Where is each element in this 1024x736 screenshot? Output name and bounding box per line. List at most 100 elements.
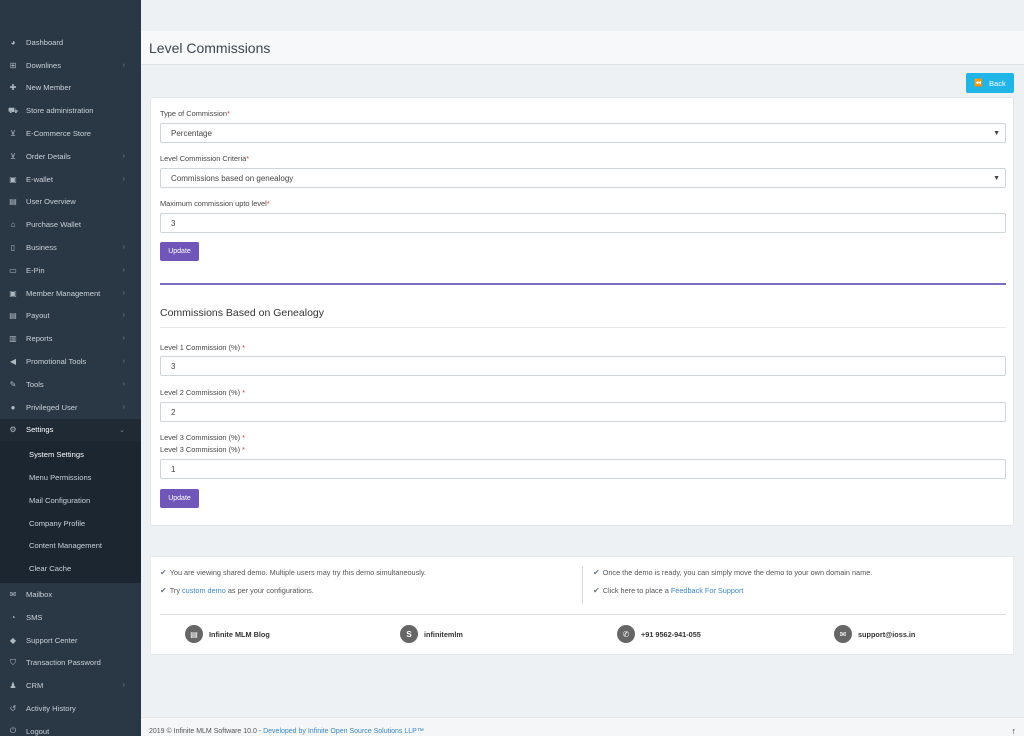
whatsapp-contact[interactable]: ✆ +91 9562-941-055 [617,625,701,643]
update-button[interactable]: Update [160,242,199,261]
demo-info-box: ✔ You are viewing shared demo. Multiple … [150,556,1014,655]
sidebar-item-crm[interactable]: ♟ CRM › [0,674,141,697]
sidebar-item-dashboard[interactable]: ◕ Dashboard [0,31,141,54]
users-icon: ♟ [9,681,17,691]
max-level-input[interactable]: 3 [160,213,1006,233]
chevron-right-icon: › [122,358,125,366]
chevron-right-icon: › [122,403,125,411]
genealogy-update-button[interactable]: Update [160,489,199,508]
max-level-label: Maximum commission upto level* [160,199,270,208]
sidebar-item-mailbox[interactable]: ✉ Mailbox [0,583,141,606]
type-of-commission-value: Percentage [171,128,212,138]
check-circle-icon: ✔ [593,568,600,577]
level-3-input[interactable]: 1 [160,459,1006,479]
submenu-item-content-management[interactable]: Content Management [0,535,141,558]
sidebar-item-settings[interactable]: ⚙ Settings ⌄ [0,418,141,442]
sidebar-item-label: Payout [26,311,50,321]
email-contact[interactable]: ✉ support@ioss.in [834,625,915,643]
sidebar-item-label: User Overview [26,197,76,207]
chevron-right-icon: › [122,266,125,274]
sidebar-item-payout[interactable]: ▤ Payout › [0,305,141,328]
sidebar-item-label: New Member [26,83,72,93]
sidebar-item-e-pin[interactable]: ▭ E-Pin › [0,259,141,282]
sidebar-item-order-details[interactable]: ⊻ Order Details › [0,145,141,168]
info-divider [582,566,583,604]
commission-criteria-select[interactable]: Commissions based on genealogy ▼ [160,168,1006,188]
blog-contact[interactable]: ▤ Infinite MLM Blog [185,625,270,643]
support-icon: ◆ [9,635,17,645]
newspaper-icon: ▤ [185,625,203,643]
skype-contact[interactable]: S infinitemlm [400,625,463,643]
chevron-down-icon: ⌄ [119,426,125,434]
section-divider [160,283,1006,285]
logout-icon: ⏻ [9,726,17,736]
chevron-right-icon: › [122,682,125,690]
sidebar-item-logout[interactable]: ⏻ Logout [0,720,141,736]
sidebar-item-store-administration[interactable]: ⛟ Store administration [0,99,141,122]
sidebar-item-transaction-password[interactable]: ⛉ Transaction Password [0,652,141,675]
developer-link[interactable]: Developed by Infinite Open Source Soluti… [263,728,424,735]
check-circle-icon: ✔ [160,586,167,595]
check-circle-icon: ✔ [160,568,167,577]
sidebar-item-member-management[interactable]: ▣ Member Management › [0,282,141,305]
level-1-input[interactable]: 3 [160,356,1006,376]
sidebar-item-reports[interactable]: ▥ Reports › [0,327,141,350]
wallet-icon: ▣ [9,174,17,184]
sidebar-item-new-member[interactable]: ✚ New Member [0,77,141,100]
sidebar-item-downlines[interactable]: ⊞ Downlines › [0,54,141,77]
sidebar-item-promotional-tools[interactable]: ◀ Promotional Tools › [0,350,141,373]
copyright-text: 2019 © Infinite MLM Software 10.0 - Deve… [149,728,424,735]
shared-demo-notice: ✔ You are viewing shared demo. Multiple … [160,568,427,577]
sidebar-item-label: Order Details [26,151,71,161]
chart-icon: ▥ [9,334,17,344]
submenu-item-mail-configuration[interactable]: Mail Configuration [0,489,141,512]
sidebar-item-business[interactable]: ▯ Business › [0,236,141,259]
submenu-item-company-profile[interactable]: Company Profile [0,512,141,535]
sidebar-item-e-commerce-store[interactable]: ⊻ E-Commerce Store [0,122,141,145]
whatsapp-icon: ✆ [617,625,635,643]
bookmark-icon: ▭ [9,265,17,275]
sidebar-item-label: Settings [26,425,54,435]
sidebar-item-sms[interactable]: ◔ SMS [0,606,141,629]
sidebar-item-label: Downlines [26,60,62,70]
caret-down-icon: ▼ [993,174,1000,182]
main-content: Level Commissions ⏪ Back Type of Commiss… [141,0,1024,736]
submenu-item-system-settings[interactable]: System Settings [0,443,141,466]
sidebar-item-label: Tools [26,379,44,389]
member-card-icon: ▣ [9,288,17,298]
info-separator [160,614,1006,615]
sidebar-item-e-wallet[interactable]: ▣ E-wallet › [0,168,141,191]
cart-icon: ⊻ [10,151,16,161]
feedback-notice: ✔ Click here to place a Feedback For Sup… [593,586,744,595]
submenu-item-clear-cache[interactable]: Clear Cache [0,557,141,580]
chevron-right-icon: › [122,61,125,69]
sidebar-item-activity-history[interactable]: ↺ Activity History [0,697,141,720]
skype-icon: S [400,625,418,643]
sidebar-item-user-overview[interactable]: ▤ User Overview [0,191,141,214]
chevron-right-icon: › [122,380,125,388]
type-of-commission-select[interactable]: Percentage ▼ [160,123,1006,143]
cogs-icon: ⚙ [9,425,17,435]
type-of-commission-label: Type of Commission* [160,109,230,118]
chevron-right-icon: › [122,152,125,160]
sidebar-item-purchase-wallet[interactable]: ⌂ Purchase Wallet [0,213,141,236]
sidebar-item-label: E-wallet [26,174,54,184]
user-circle-icon: ● [10,402,16,412]
file-icon: ▯ [10,243,16,253]
sidebar-item-label: Promotional Tools [26,357,87,367]
submenu-item-menu-permissions[interactable]: Menu Permissions [0,466,141,489]
top-bar [141,0,1024,31]
level-2-input[interactable]: 2 [160,402,1006,422]
history-icon: ↺ [9,704,17,713]
sidebar-item-tools[interactable]: ✎ Tools › [0,373,141,396]
commission-criteria-value: Commissions based on genealogy [171,173,294,183]
custom-demo-link[interactable]: custom demo [182,586,226,595]
scroll-top-icon[interactable]: ↑ [1012,726,1017,736]
sidebar: ◕ Dashboard ⊞ Downlines › ✚ New Member ⛟ Store a… [0,0,141,736]
sidebar-item-privileged-user[interactable]: ● Privileged User › [0,396,141,419]
backward-icon: ⏪ [974,80,984,87]
sidebar-item-support-center[interactable]: ◆ Support Center [0,629,141,652]
sidebar-item-label: Purchase Wallet [26,220,82,230]
feedback-link[interactable]: Feedback For Support [671,586,744,595]
back-button[interactable]: ⏪ Back [966,73,1014,93]
